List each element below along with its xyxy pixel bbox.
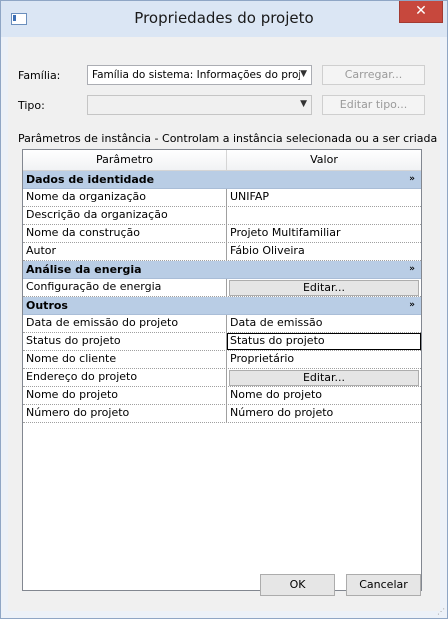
param-value[interactable]: Nome do projeto [227,387,421,404]
param-name: Número do projeto [23,405,227,422]
table-row[interactable]: Nome da organização UNIFAP [23,189,421,207]
column-header-parameter[interactable]: Parâmetro [23,150,227,170]
param-name: Autor [23,243,227,260]
family-select[interactable]: Família do sistema: Informações do proje… [87,65,312,85]
family-label: Família: [18,69,61,82]
edit-type-button[interactable]: Editar tipo... [322,95,425,115]
param-name: Data de emissão do projeto [23,315,227,332]
family-select-value: Família do sistema: Informações do proje… [92,69,300,81]
group-energy-analysis[interactable]: Análise da energia » [23,261,421,279]
collapse-icon[interactable]: » [409,297,415,314]
title-bar[interactable]: Propriedades do projeto ✕ [1,1,447,37]
type-select[interactable]: ▼ [87,95,312,115]
table-row[interactable]: Data de emissão do projeto Data de emiss… [23,315,421,333]
param-value[interactable]: Proprietário [227,351,421,368]
collapse-icon[interactable]: » [409,171,415,188]
param-name: Nome do cliente [23,351,227,368]
param-name: Status do projeto [23,333,227,350]
param-name: Nome da organização [23,189,227,206]
close-button[interactable]: ✕ [399,1,443,23]
param-value[interactable]: UNIFAP [227,189,421,206]
param-value: Editar... [227,369,421,386]
param-value[interactable] [227,207,421,224]
table-row[interactable]: Nome do cliente Proprietário [23,351,421,369]
instance-parameters-caption: Parâmetros de instância - Controlam a in… [18,132,438,145]
energy-settings-edit-button[interactable]: Editar... [229,280,419,296]
chevron-down-icon: ▼ [300,99,307,109]
group-title: Outros [26,299,68,312]
table-row[interactable]: Endereço do projeto Editar... [23,369,421,387]
window-title: Propriedades do projeto [134,9,314,27]
param-name: Endereço do projeto [23,369,227,386]
type-label: Tipo: [18,99,45,112]
collapse-icon[interactable]: » [409,261,415,278]
group-title: Análise da energia [26,263,142,276]
param-value[interactable]: Projeto Multifamiliar [227,225,421,242]
table-row[interactable]: Status do projeto Status do projeto [23,333,421,351]
resize-grip-icon[interactable]: ⋰ [437,607,445,616]
chevron-down-icon: ▼ [300,69,307,79]
param-name: Nome da construção [23,225,227,242]
table-row[interactable]: Autor Fábio Oliveira [23,243,421,261]
param-value: Editar... [227,279,421,296]
properties-grid: Parâmetro Valor Dados de identidade » No… [22,149,422,591]
table-row[interactable]: Número do projeto Número do projeto [23,405,421,423]
group-identity-data[interactable]: Dados de identidade » [23,171,421,189]
group-title: Dados de identidade [26,173,155,186]
ok-button[interactable]: OK [260,574,335,596]
grid-header: Parâmetro Valor [23,150,421,171]
param-value[interactable]: Fábio Oliveira [227,243,421,260]
group-others[interactable]: Outros » [23,297,421,315]
project-address-edit-button[interactable]: Editar... [229,370,419,386]
column-header-value[interactable]: Valor [227,150,421,170]
table-row[interactable]: Descrição da organização [23,207,421,225]
table-row[interactable]: Configuração de energia Editar... [23,279,421,297]
param-name: Nome do projeto [23,387,227,404]
cancel-button[interactable]: Cancelar [346,574,421,596]
load-button[interactable]: Carregar... [322,65,425,85]
param-value-input[interactable]: Status do projeto [227,333,421,350]
param-name: Descrição da organização [23,207,227,224]
project-properties-dialog: Propriedades do projeto ✕ Família: Famíl… [0,0,448,619]
table-row[interactable]: Nome da construção Projeto Multifamiliar [23,225,421,243]
table-row[interactable]: Nome do projeto Nome do projeto [23,387,421,405]
param-value[interactable]: Data de emissão [227,315,421,332]
param-value[interactable]: Número do projeto [227,405,421,422]
param-name: Configuração de energia [23,279,227,296]
